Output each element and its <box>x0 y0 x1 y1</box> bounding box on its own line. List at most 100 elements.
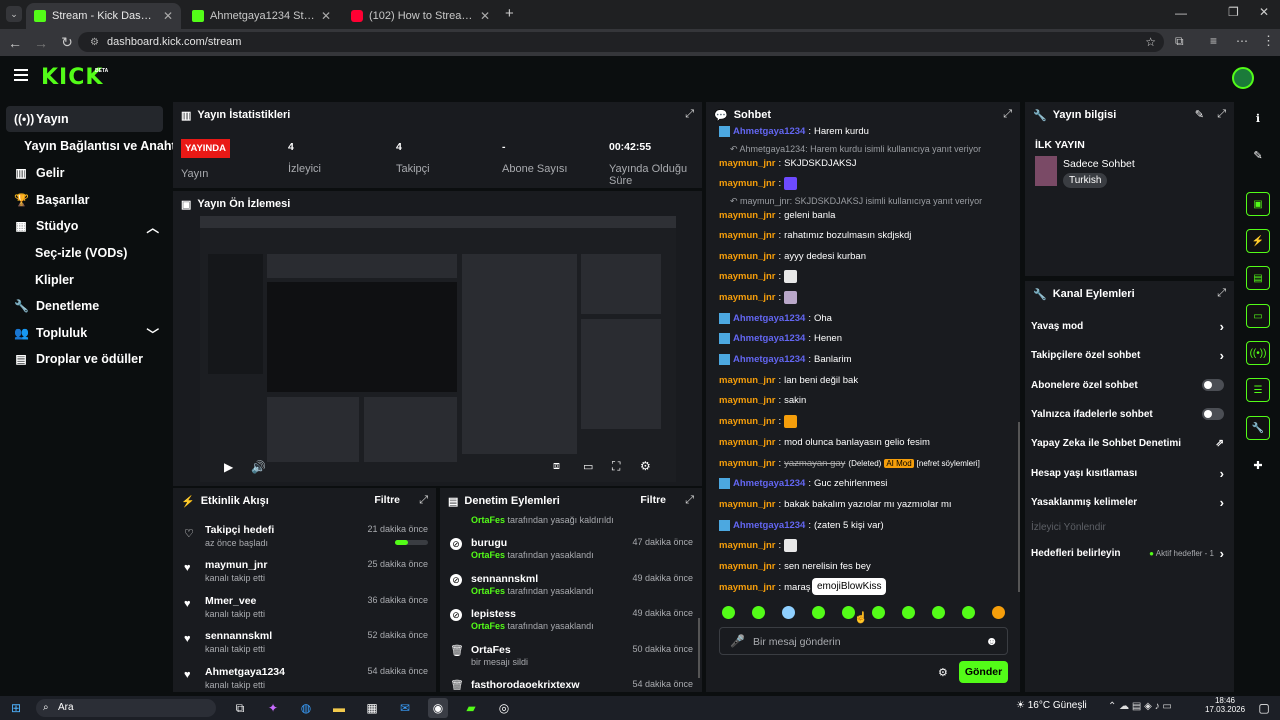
chat-message[interactable]: maymun_jnr: rahatımız bozulmasın skdjskdj <box>719 228 1009 242</box>
action-account-age[interactable]: Hesap yaşı kısıtlaması › <box>1031 462 1228 484</box>
action-emote-only[interactable]: Yalnızca ifadelerle sohbet <box>1031 403 1228 425</box>
play-icon[interactable]: ▶ <box>224 460 233 474</box>
filter-button[interactable]: Filtre <box>640 494 666 506</box>
mail-icon[interactable]: ✉ <box>395 698 415 718</box>
copilot-icon[interactable]: ✦ <box>263 698 283 718</box>
sidebar-item-stream-key[interactable]: Yayın Bağlantısı ve Anahtarı <box>6 133 191 159</box>
extensions-icon[interactable]: ⧉ <box>1175 34 1184 49</box>
chat-message[interactable]: maymun_jnr: mod olunca banlayasın gelio f… <box>719 435 1009 449</box>
chat-message[interactable]: maymun_jnr: <box>719 290 1009 304</box>
chat-username[interactable]: maymun_jnr <box>719 158 776 169</box>
sidebar-item-basarilar[interactable]: 🏆 Başarılar <box>6 187 163 213</box>
action-followers-only[interactable]: Takipçilere özel sohbet › <box>1031 344 1228 366</box>
tab-kick-dashboard[interactable]: Stream - Kick Dashboard ✕ <box>26 3 181 29</box>
emote-icon[interactable] <box>782 606 795 619</box>
fullscreen-icon[interactable]: ⛶ <box>612 459 620 474</box>
kick-studio-icon[interactable]: ▰ <box>461 698 481 718</box>
emote-icon[interactable] <box>962 606 975 619</box>
clock[interactable]: 18:46 17.03.2026 <box>1205 696 1245 714</box>
chat-username[interactable]: maymun_jnr <box>719 561 776 572</box>
theatre-icon[interactable]: ▭ <box>583 460 593 473</box>
tag-chip[interactable]: Turkish <box>1063 173 1108 188</box>
chat-settings-icon[interactable]: ⚙ <box>938 666 948 679</box>
lightning-icon[interactable]: ⚡ <box>1246 229 1270 253</box>
store-icon[interactable]: ▦ <box>362 698 382 718</box>
maximize-button[interactable]: ❐ <box>1228 5 1239 19</box>
chat-message[interactable]: Ahmetgaya1234: Oha <box>719 311 1009 325</box>
chat-message[interactable]: maymun_jnr: <box>719 176 1009 190</box>
action-ai-moderation[interactable]: Yapay Zeka ile Sohbet Denetimi ⇗ <box>1031 432 1228 454</box>
chat-message[interactable]: Ahmetgaya1234: Harem kurdu <box>719 124 1009 138</box>
chat-username[interactable]: Ahmetgaya1234 <box>733 520 805 531</box>
popout-icon[interactable]: ⤢ <box>419 494 428 507</box>
chat-bubble-icon[interactable]: ▭ <box>1246 304 1270 328</box>
wrench-icon[interactable]: 🔧 <box>1246 416 1270 440</box>
chat-username[interactable]: maymun_jnr <box>719 230 776 241</box>
popout-icon[interactable]: ⤢ <box>685 108 694 121</box>
new-tab-button[interactable]: + <box>505 5 514 22</box>
clip-icon[interactable]: ▣ <box>1246 192 1270 216</box>
task-view-icon[interactable]: ⧉ <box>230 698 250 718</box>
send-button[interactable]: Gönder <box>959 661 1008 683</box>
emote-icon[interactable] <box>932 606 945 619</box>
hamburger-menu-icon[interactable] <box>14 69 28 81</box>
emote-icon[interactable] <box>872 606 885 619</box>
sidebar-item-droplar[interactable]: ▤ Droplar ve ödüller <box>6 346 163 372</box>
notification-icon[interactable]: ▢ <box>1254 698 1274 718</box>
chat-username[interactable]: maymun_jnr <box>719 292 776 303</box>
reload-icon[interactable]: ↻ <box>54 34 80 51</box>
popout-icon[interactable]: ⤢ <box>1217 108 1226 121</box>
volume-icon[interactable]: 🔊 <box>251 460 266 474</box>
chat-message[interactable]: Ahmetgaya1234: Banlarim <box>719 352 1009 366</box>
action-subscribers-only[interactable]: Abonelere özel sohbet <box>1031 374 1228 396</box>
forward-icon[interactable]: → <box>28 35 54 51</box>
chat-username[interactable]: maymun_jnr <box>719 178 776 189</box>
chat-message[interactable]: maymun_jnr: <box>719 414 1009 428</box>
category-name[interactable]: Sadece Sohbet <box>1063 158 1135 170</box>
tab-youtube[interactable]: (102) How to Stream to Kick on ✕ <box>343 3 498 29</box>
add-widget-icon[interactable]: ✚ <box>1246 453 1270 477</box>
window-close-button[interactable]: ✕ <box>1259 5 1269 19</box>
chat-username[interactable]: maymun_jnr <box>719 395 776 406</box>
chat-message[interactable]: Ahmetgaya1234: Henen <box>719 331 1009 345</box>
chat-message[interactable]: Ahmetgaya1234: (zaten 5 kişi var) <box>719 518 1009 532</box>
sidebar-item-vods[interactable]: Seç-izle (VODs) <box>6 240 163 266</box>
chat-username[interactable]: maymun_jnr <box>719 499 776 510</box>
tab-ahmetgaya-stream[interactable]: Ahmetgaya1234 Stream - Watc ✕ <box>184 3 339 29</box>
chat-username[interactable]: Ahmetgaya1234 <box>733 313 805 324</box>
chat-username[interactable]: maymun_jnr <box>719 540 776 551</box>
sidebar-item-denetleme[interactable]: 🔧 Denetleme <box>6 293 163 319</box>
toggle-switch[interactable] <box>1202 379 1224 391</box>
popout-icon[interactable]: ⤢ <box>1003 108 1012 121</box>
broadcast-icon[interactable]: ((•)) <box>1246 341 1270 365</box>
chat-username[interactable]: maymun_jnr <box>719 375 776 386</box>
edge-icon[interactable]: ◍ <box>296 698 316 718</box>
emote-icon[interactable] <box>902 606 915 619</box>
document-icon[interactable]: ▤ <box>1246 266 1270 290</box>
chat-username[interactable]: maymun_jnr <box>719 251 776 262</box>
pip-icon[interactable]: ⧈ <box>553 460 560 473</box>
chat-message[interactable]: maymun_jnr: SKJDSKDJAKSJ <box>719 156 1009 170</box>
info-icon[interactable]: ℹ <box>1246 106 1270 130</box>
settings-gear-icon[interactable]: ⚙ <box>640 459 651 473</box>
chat-username[interactable]: maymun_jnr <box>719 271 776 282</box>
action-set-goals[interactable]: Hedefleri belirleyin ● Aktif hedefler - … <box>1031 542 1228 564</box>
profile-menu-icon[interactable]: ⋯ <box>1236 34 1248 48</box>
close-icon[interactable]: ✕ <box>480 9 490 23</box>
chat-message[interactable]: maymun_jnr: bakak bakalım yazıolar mı yaz… <box>719 497 1009 511</box>
obs-icon[interactable]: ◎ <box>494 698 514 718</box>
file-explorer-icon[interactable]: ▬ <box>329 698 349 718</box>
minimize-button[interactable]: — <box>1175 6 1187 20</box>
scrollbar[interactable] <box>698 618 700 678</box>
action-slow-mode[interactable]: Yavaş mod › <box>1031 315 1228 337</box>
sidebar-item-gelir[interactable]: ▥ Gelir <box>6 160 163 186</box>
tab-search-button[interactable]: ⌄ <box>6 6 22 22</box>
chat-username[interactable]: Ahmetgaya1234 <box>733 126 805 137</box>
close-icon[interactable]: ✕ <box>163 9 173 23</box>
chat-message[interactable]: maymun_jnr: lan beni değil bak <box>719 373 1009 387</box>
chat-message[interactable]: maymun_jnr: ayyy dedesi kurban <box>719 249 1009 263</box>
chat-message[interactable]: maymun_jnr: geleni banla <box>719 208 1009 222</box>
system-tray[interactable]: ⌃ ☁ ▤ ◈ ♪ ▭ <box>1108 701 1172 712</box>
chrome-icon[interactable]: ◉ <box>428 698 448 718</box>
taskbar-search[interactable]: ⌕ Ara <box>36 699 216 717</box>
